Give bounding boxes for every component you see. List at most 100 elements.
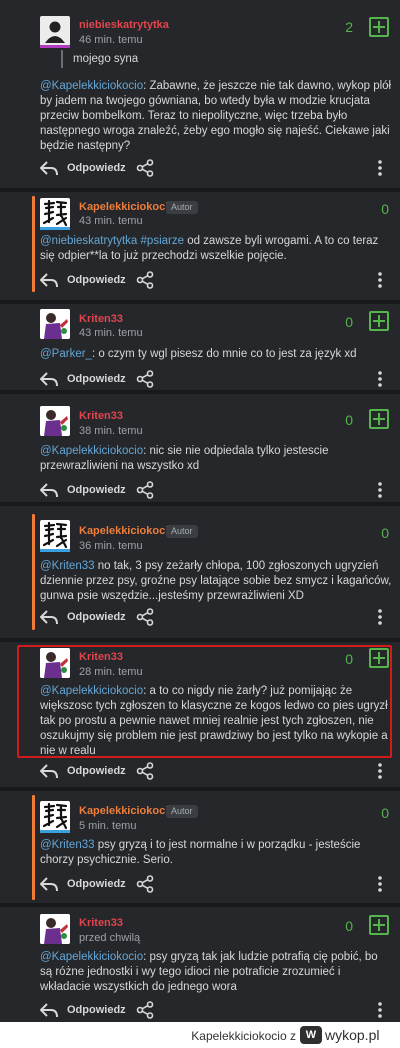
username[interactable]: Kriten33 (79, 313, 123, 325)
character-avatar-icon (40, 914, 70, 944)
vote-count: 0 (381, 805, 389, 821)
comment: Kapelekkiciokocio Autor 43 min. temu 0 @… (0, 192, 400, 300)
mention-link[interactable]: @niebieskatrytytka (40, 235, 137, 247)
upvote-button[interactable] (369, 311, 389, 331)
avatar[interactable] (40, 520, 70, 550)
reply-button[interactable]: Odpowiedz (67, 274, 126, 286)
more-options-icon[interactable] (377, 159, 383, 177)
timestamp: 43 min. temu (79, 327, 143, 339)
quote-bar (61, 50, 63, 68)
username[interactable]: niebieskatrytytka (79, 19, 169, 31)
author-badge: Autor (166, 805, 198, 818)
avatar[interactable] (40, 198, 70, 228)
mention-link[interactable]: @Kapelekkiciokocio (40, 951, 143, 963)
footer-suffix: z (290, 1029, 296, 1043)
author-badge: Autor (166, 201, 198, 214)
username[interactable]: Kriten33 (79, 410, 123, 422)
reply-button[interactable]: Odpowiedz (67, 373, 126, 385)
kanji-avatar-icon (42, 802, 68, 830)
avatar[interactable] (40, 914, 70, 944)
avatar[interactable] (40, 648, 70, 678)
more-options-icon[interactable] (377, 1001, 383, 1019)
avatar-underline (40, 45, 70, 48)
share-icon[interactable] (136, 481, 154, 499)
more-options-icon[interactable] (377, 608, 383, 626)
comment-body: @Kapelekkiciokocio: a to co nigdy nie ża… (40, 684, 392, 759)
share-icon[interactable] (136, 608, 154, 626)
comment: Kapelekkiciokocio Autor 36 min. temu 0 @… (0, 506, 400, 638)
comment: Kriten33 43 min. temu 0 @Parker_: o czym… (0, 304, 400, 390)
footer-author-name: Kapelekkiciokocio (191, 1029, 287, 1043)
comment-body: @Kriten33 psy gryzą i to jest normalne i… (40, 838, 392, 868)
username[interactable]: Kapelekkiciokocio (79, 525, 175, 537)
comment-body: @Kapelekkiciokocio: psy gryzą tak jak lu… (40, 950, 392, 995)
comment-body: @Kriten33 no tak, 3 psy zeżarły chłopa, … (40, 559, 392, 604)
wykop-logo: W wykop.pl (300, 1026, 395, 1044)
comment-body: @Kapelekkiciokocio: Zabawne, że jeszcze … (40, 79, 392, 154)
more-options-icon[interactable] (377, 271, 383, 289)
timestamp: 46 min. temu (79, 34, 143, 46)
avatar[interactable] (40, 406, 70, 436)
vote-count: 0 (381, 201, 389, 217)
mention-link[interactable]: @Parker_ (40, 348, 92, 360)
share-icon[interactable] (136, 271, 154, 289)
mention-link[interactable]: @Kriten33 (40, 560, 95, 572)
share-icon[interactable] (136, 1001, 154, 1019)
comment-actions: Odpowiedz (40, 999, 392, 1021)
reply-button[interactable]: Odpowiedz (67, 1004, 126, 1016)
username[interactable]: Kapelekkiciokocio (79, 805, 175, 817)
comment-actions: Odpowiedz (40, 157, 392, 179)
username[interactable]: Kriten33 (79, 917, 123, 929)
vote-count: 0 (345, 918, 353, 934)
comment-actions: Odpowiedz (40, 873, 392, 895)
upvote-button[interactable] (369, 915, 389, 935)
timestamp: 36 min. temu (79, 540, 143, 552)
comment-body: @niebieskatrytytka #psiarze od zawsze by… (40, 234, 392, 264)
reply-icon[interactable] (40, 763, 58, 779)
mention-link[interactable]: @Kapelekkiciokocio (40, 80, 143, 92)
avatar-underline (40, 549, 70, 552)
footer-author: Kapelekkiciokocio z (191, 1029, 296, 1043)
mention-link[interactable]: @Kriten33 (40, 839, 95, 851)
share-icon[interactable] (136, 762, 154, 780)
comment-text: : o czym ty wgl pisesz do mnie co to jes… (91, 348, 357, 360)
avatar[interactable] (40, 16, 70, 46)
mention-link[interactable]: @Kapelekkiciokocio (40, 685, 143, 697)
reply-button[interactable]: Odpowiedz (67, 162, 126, 174)
more-options-icon[interactable] (377, 762, 383, 780)
share-icon[interactable] (136, 159, 154, 177)
share-icon[interactable] (136, 370, 154, 388)
reply-icon[interactable] (40, 160, 58, 176)
upvote-button[interactable] (369, 648, 389, 668)
reply-icon[interactable] (40, 1002, 58, 1018)
reply-icon[interactable] (40, 482, 58, 498)
upvote-button[interactable] (369, 17, 389, 37)
avatar[interactable] (40, 801, 70, 831)
reply-icon[interactable] (40, 876, 58, 892)
timestamp: 28 min. temu (79, 666, 143, 678)
comment-actions: Odpowiedz (40, 606, 392, 628)
comment-thread: niebieskatrytytka 46 min. temu 2 mojego … (0, 0, 400, 1022)
username[interactable]: Kriten33 (79, 651, 123, 663)
timestamp: 38 min. temu (79, 425, 143, 437)
more-options-icon[interactable] (377, 370, 383, 388)
comment: Kriten33 28 min. temu 0 @Kapelekkiciokoc… (0, 642, 400, 787)
reply-button[interactable]: Odpowiedz (67, 765, 126, 777)
mention-link[interactable]: @Kapelekkiciokocio (40, 445, 143, 457)
reply-icon[interactable] (40, 609, 58, 625)
reply-icon[interactable] (40, 272, 58, 288)
more-options-icon[interactable] (377, 481, 383, 499)
tag-link[interactable]: #psiarze (141, 235, 184, 247)
comment-body: @Parker_: o czym ty wgl pisesz do mnie c… (40, 347, 392, 362)
reply-button[interactable]: Odpowiedz (67, 878, 126, 890)
avatar[interactable] (40, 309, 70, 339)
username[interactable]: Kapelekkiciokocio (79, 201, 175, 213)
reply-button[interactable]: Odpowiedz (67, 611, 126, 623)
wykop-logo-icon: W (300, 1026, 322, 1044)
more-options-icon[interactable] (377, 875, 383, 893)
vote-count: 0 (345, 651, 353, 667)
upvote-button[interactable] (369, 409, 389, 429)
share-icon[interactable] (136, 875, 154, 893)
reply-button[interactable]: Odpowiedz (67, 484, 126, 496)
reply-icon[interactable] (40, 371, 58, 387)
